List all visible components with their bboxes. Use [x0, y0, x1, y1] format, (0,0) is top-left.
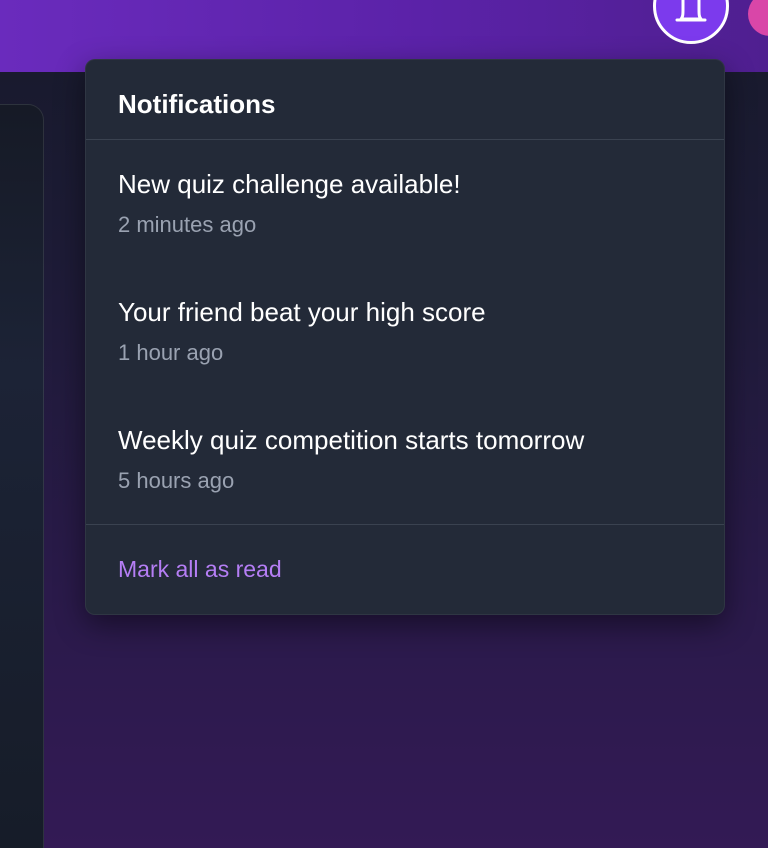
notifications-dropdown: Notifications New quiz challenge availab… [85, 59, 725, 615]
notification-time: 1 hour ago [118, 340, 224, 365]
bell-icon [675, 0, 707, 22]
notification-message: Weekly quiz competition starts tomorrow [118, 425, 585, 455]
user-avatar[interactable] [748, 0, 768, 36]
notification-message: Your friend beat your high score [118, 297, 486, 327]
notification-message: New quiz challenge available! [118, 169, 461, 199]
side-panel [0, 104, 44, 848]
dropdown-title: Notifications [118, 89, 276, 119]
dropdown-footer: Mark all as read [86, 525, 724, 583]
notification-list: New quiz challenge available! 2 minutes … [86, 140, 724, 525]
notification-item[interactable]: Your friend beat your high score 1 hour … [86, 296, 724, 424]
notifications-button[interactable] [653, 0, 729, 44]
notification-time: 5 hours ago [118, 468, 235, 493]
notification-item[interactable]: New quiz challenge available! 2 minutes … [86, 168, 724, 296]
mark-all-read-link[interactable]: Mark all as read [118, 556, 282, 582]
notification-time: 2 minutes ago [118, 212, 257, 237]
dropdown-header: Notifications [86, 60, 724, 140]
